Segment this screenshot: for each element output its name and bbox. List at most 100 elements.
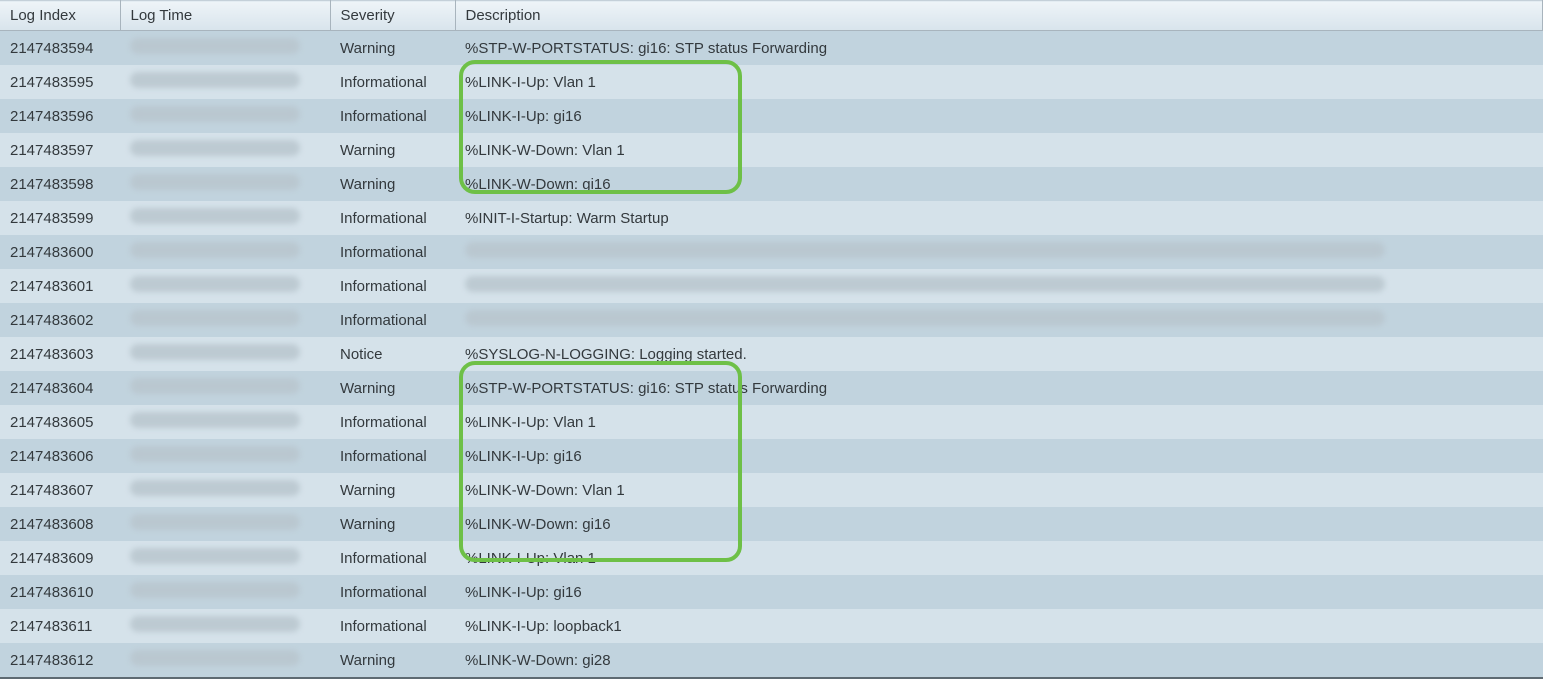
cell-log-index: 2147483599 <box>0 201 120 235</box>
table-row[interactable]: 2147483594Warning%STP-W-PORTSTATUS: gi16… <box>0 31 1543 66</box>
cell-log-index: 2147483601 <box>0 269 120 303</box>
cell-log-time <box>120 235 330 269</box>
cell-log-time <box>120 541 330 575</box>
cell-log-time <box>120 405 330 439</box>
redacted-description <box>465 276 1385 292</box>
redacted-time <box>130 174 300 190</box>
table-row[interactable]: 2147483607 Warning%LINK-W-Down: Vlan 1 <box>0 473 1543 507</box>
cell-severity: Notice <box>330 337 455 371</box>
cell-log-time <box>120 167 330 201</box>
redacted-time <box>130 242 300 258</box>
table-row[interactable]: 2147483597 Warning%LINK-W-Down: Vlan 1 <box>0 133 1543 167</box>
redacted-time <box>130 276 300 292</box>
table-row[interactable]: 2147483609 Informational%LINK-I-Up: Vlan … <box>0 541 1543 575</box>
cell-severity: Warning <box>330 167 455 201</box>
cell-severity: Informational <box>330 541 455 575</box>
cell-severity: Informational <box>330 575 455 609</box>
table-row[interactable]: 2147483600Informational <box>0 235 1543 269</box>
redacted-time <box>130 140 300 156</box>
cell-severity: Informational <box>330 439 455 473</box>
redacted-description <box>465 242 1385 258</box>
cell-log-time <box>120 507 330 541</box>
cell-severity: Informational <box>330 269 455 303</box>
cell-description <box>455 269 1543 303</box>
table-row[interactable]: 2147483602 Informational <box>0 303 1543 337</box>
cell-log-index: 2147483607 <box>0 473 120 507</box>
cell-description: %LINK-W-Down: Vlan 1 <box>455 473 1543 507</box>
cell-log-time <box>120 371 330 405</box>
table-header-row: Log Index Log Time Severity Description <box>0 1 1543 31</box>
cell-description: %LINK-W-Down: Vlan 1 <box>455 133 1543 167</box>
cell-log-index: 2147483597 <box>0 133 120 167</box>
cell-severity: Informational <box>330 303 455 337</box>
redacted-time <box>130 106 300 122</box>
cell-log-time <box>120 65 330 99</box>
cell-log-time <box>120 609 330 643</box>
redacted-time <box>130 582 300 598</box>
cell-description: %LINK-I-Up: Vlan 1 <box>455 65 1543 99</box>
cell-description: %SYSLOG-N-LOGGING: Logging started. <box>455 337 1543 371</box>
redacted-time <box>130 310 300 326</box>
table-row[interactable]: 2147483603Notice%SYSLOG-N-LOGGING: Loggi… <box>0 337 1543 371</box>
cell-description: %LINK-I-Up: gi16 <box>455 99 1543 133</box>
table-row[interactable]: 2147483608Warning%LINK-W-Down: gi16 <box>0 507 1543 541</box>
cell-log-time <box>120 473 330 507</box>
cell-log-index: 2147483610 <box>0 575 120 609</box>
cell-severity: Warning <box>330 371 455 405</box>
cell-severity: Informational <box>330 609 455 643</box>
cell-log-index: 2147483606 <box>0 439 120 473</box>
cell-log-index: 2147483594 <box>0 31 120 66</box>
col-header-severity[interactable]: Severity <box>330 1 455 31</box>
cell-description: %LINK-I-Up: Vlan 1 <box>455 541 1543 575</box>
redacted-description <box>465 310 1385 326</box>
cell-description: %LINK-I-Up: loopback1 <box>455 609 1543 643</box>
table-row[interactable]: 2147483598 Warning%LINK-W-Down: gi16 <box>0 167 1543 201</box>
table-row[interactable]: 2147483595Informational%LINK-I-Up: Vlan … <box>0 65 1543 99</box>
cell-severity: Informational <box>330 201 455 235</box>
table-row[interactable]: 2147483611 Informational%LINK-I-Up: loopb… <box>0 609 1543 643</box>
redacted-time <box>130 72 300 88</box>
redacted-time <box>130 480 300 496</box>
cell-severity: Warning <box>330 473 455 507</box>
cell-severity: Warning <box>330 133 455 167</box>
redacted-time <box>130 446 300 462</box>
cell-log-time <box>120 201 330 235</box>
col-header-description[interactable]: Description <box>455 1 1543 31</box>
table-row[interactable]: 2147483599 Informational%INIT-I-Startup: … <box>0 201 1543 235</box>
cell-log-index: 2147483600 <box>0 235 120 269</box>
cell-log-index: 2147483598 <box>0 167 120 201</box>
table-row[interactable]: 2147483601 Informational <box>0 269 1543 303</box>
redacted-time <box>130 650 300 666</box>
table-row[interactable]: 2147483606Informational%LINK-I-Up: gi16 <box>0 439 1543 473</box>
cell-description: %STP-W-PORTSTATUS: gi16: STP status Forw… <box>455 31 1543 66</box>
redacted-time <box>130 616 300 632</box>
cell-log-time <box>120 439 330 473</box>
cell-description: %INIT-I-Startup: Warm Startup <box>455 201 1543 235</box>
cell-description <box>455 303 1543 337</box>
table-row[interactable]: 2147483605Informational%LINK-I-Up: Vlan … <box>0 405 1543 439</box>
redacted-time <box>130 412 300 428</box>
cell-log-time <box>120 133 330 167</box>
col-header-log-time[interactable]: Log Time <box>120 1 330 31</box>
redacted-time <box>130 344 300 360</box>
cell-log-index: 2147483611 <box>0 609 120 643</box>
redacted-time <box>130 514 300 530</box>
cell-log-index: 2147483604 <box>0 371 120 405</box>
cell-log-index: 2147483609 <box>0 541 120 575</box>
cell-log-time <box>120 31 330 66</box>
redacted-time <box>130 378 300 394</box>
table-row[interactable]: 2147483610Informational%LINK-I-Up: gi16 <box>0 575 1543 609</box>
log-table: Log Index Log Time Severity Description … <box>0 0 1543 679</box>
cell-description: %LINK-W-Down: gi16 <box>455 167 1543 201</box>
cell-description: %LINK-I-Up: Vlan 1 <box>455 405 1543 439</box>
col-header-log-index[interactable]: Log Index <box>0 1 120 31</box>
cell-log-time <box>120 303 330 337</box>
cell-log-index: 2147483602 <box>0 303 120 337</box>
table-row[interactable]: 2147483596Informational%LINK-I-Up: gi16 <box>0 99 1543 133</box>
cell-severity: Informational <box>330 65 455 99</box>
cell-log-time <box>120 575 330 609</box>
table-row[interactable]: 2147483604Warning%STP-W-PORTSTATUS: gi16… <box>0 371 1543 405</box>
cell-severity: Informational <box>330 99 455 133</box>
cell-description <box>455 235 1543 269</box>
cell-log-index: 2147483608 <box>0 507 120 541</box>
